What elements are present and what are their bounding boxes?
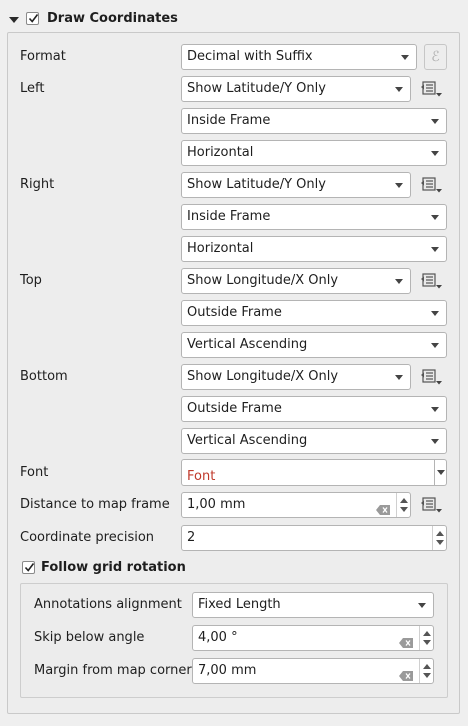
spin-down-icon[interactable]: [436, 540, 444, 545]
skip-below-angle-value: 4,00 °: [198, 630, 238, 645]
chevron-down-icon: [431, 343, 439, 348]
spin-down-icon[interactable]: [423, 640, 431, 645]
annotations-alignment-combo[interactable]: Fixed Length: [192, 592, 434, 618]
top-display-value: Show Longitude/X Only: [187, 273, 339, 288]
draw-coordinates-title: Draw Coordinates: [47, 11, 178, 26]
distance-spinbox[interactable]: 1,00 mm: [181, 492, 411, 518]
right-display-value: Show Latitude/Y Only: [187, 177, 326, 192]
bottom-direction-combo[interactable]: Vertical Ascending: [181, 428, 447, 454]
left-direction-combo[interactable]: Horizontal: [181, 140, 447, 166]
right-direction-combo[interactable]: Horizontal: [181, 236, 447, 262]
clear-icon[interactable]: [399, 666, 413, 681]
skip-below-angle-spinbox[interactable]: 4,00 °: [192, 625, 434, 651]
bottom-display-combo[interactable]: Show Longitude/X Only: [181, 364, 411, 390]
collapse-arrow-icon[interactable]: [8, 14, 20, 24]
chevron-down-icon: [431, 119, 439, 124]
right-display-combo[interactable]: Show Latitude/Y Only: [181, 172, 411, 198]
font-preview: Font: [187, 469, 216, 484]
chevron-down-icon: [401, 55, 409, 60]
chevron-down-icon: [431, 247, 439, 252]
chevron-down-icon: [395, 87, 403, 92]
bottom-display-value: Show Longitude/X Only: [187, 369, 339, 384]
right-position-value: Inside Frame: [187, 209, 271, 224]
font-menu-button[interactable]: [435, 459, 447, 486]
draw-coordinates-checkbox[interactable]: [26, 12, 39, 25]
follow-grid-rotation-checkbox[interactable]: [22, 561, 35, 574]
annotations-alignment-label: Annotations alignment: [34, 597, 182, 612]
bottom-position-value: Outside Frame: [187, 401, 282, 416]
spin-up-icon[interactable]: [423, 631, 431, 636]
clear-icon[interactable]: [399, 633, 413, 648]
data-defined-override-icon[interactable]: [420, 270, 444, 292]
left-position-value: Inside Frame: [187, 113, 271, 128]
margin-from-corner-value: 7,00 mm: [198, 663, 257, 678]
spin-down-icon[interactable]: [423, 673, 431, 678]
format-label: Format: [20, 49, 66, 64]
spin-up-icon[interactable]: [436, 531, 444, 536]
spin-buttons[interactable]: [419, 626, 433, 650]
left-position-combo[interactable]: Inside Frame: [181, 108, 447, 134]
spin-buttons[interactable]: [396, 493, 410, 517]
font-button[interactable]: Font: [181, 459, 435, 486]
data-defined-override-icon[interactable]: [420, 174, 444, 196]
precision-label: Coordinate precision: [20, 530, 155, 545]
left-display-value: Show Latitude/Y Only: [187, 81, 326, 96]
chevron-down-icon: [437, 470, 445, 475]
spin-up-icon[interactable]: [423, 664, 431, 669]
left-direction-value: Horizontal: [187, 145, 254, 160]
top-display-combo[interactable]: Show Longitude/X Only: [181, 268, 411, 294]
bottom-direction-value: Vertical Ascending: [187, 433, 308, 448]
clear-icon[interactable]: [376, 500, 390, 515]
top-position-combo[interactable]: Outside Frame: [181, 300, 447, 326]
follow-grid-rotation-title: Follow grid rotation: [41, 560, 186, 575]
spin-up-icon[interactable]: [400, 498, 408, 503]
chevron-down-icon: [431, 439, 439, 444]
spin-down-icon[interactable]: [400, 507, 408, 512]
format-value: Decimal with Suffix: [187, 49, 313, 64]
top-direction-value: Vertical Ascending: [187, 337, 308, 352]
skip-below-angle-label: Skip below angle: [34, 630, 145, 645]
bottom-position-combo[interactable]: Outside Frame: [181, 396, 447, 422]
right-direction-value: Horizontal: [187, 241, 254, 256]
data-defined-override-icon[interactable]: [420, 494, 444, 516]
right-label: Right: [20, 177, 55, 192]
chevron-down-icon: [431, 151, 439, 156]
top-position-value: Outside Frame: [187, 305, 282, 320]
chevron-down-icon: [395, 183, 403, 188]
right-position-combo[interactable]: Inside Frame: [181, 204, 447, 230]
chevron-down-icon: [418, 603, 426, 608]
expression-button[interactable]: ℰ: [424, 44, 447, 70]
left-display-combo[interactable]: Show Latitude/Y Only: [181, 76, 411, 102]
chevron-down-icon: [395, 279, 403, 284]
bottom-label: Bottom: [20, 369, 68, 384]
spin-buttons[interactable]: [419, 659, 433, 683]
chevron-down-icon: [395, 375, 403, 380]
distance-label: Distance to map frame: [20, 497, 170, 512]
data-defined-override-icon[interactable]: [420, 366, 444, 388]
top-label: Top: [20, 273, 42, 288]
chevron-down-icon: [431, 215, 439, 220]
margin-from-corner-label: Margin from map corner: [34, 663, 192, 678]
distance-value: 1,00 mm: [187, 497, 246, 512]
precision-value: 2: [187, 530, 196, 545]
chevron-down-icon: [431, 407, 439, 412]
data-defined-override-icon[interactable]: [420, 78, 444, 100]
annotations-alignment-value: Fixed Length: [198, 597, 281, 612]
spin-buttons[interactable]: [432, 526, 446, 550]
top-direction-combo[interactable]: Vertical Ascending: [181, 332, 447, 358]
chevron-down-icon: [431, 311, 439, 316]
left-label: Left: [20, 81, 45, 96]
format-combo[interactable]: Decimal with Suffix: [181, 44, 417, 70]
precision-spinbox[interactable]: 2: [181, 525, 447, 551]
margin-from-corner-spinbox[interactable]: 7,00 mm: [192, 658, 434, 684]
font-label: Font: [20, 465, 49, 480]
